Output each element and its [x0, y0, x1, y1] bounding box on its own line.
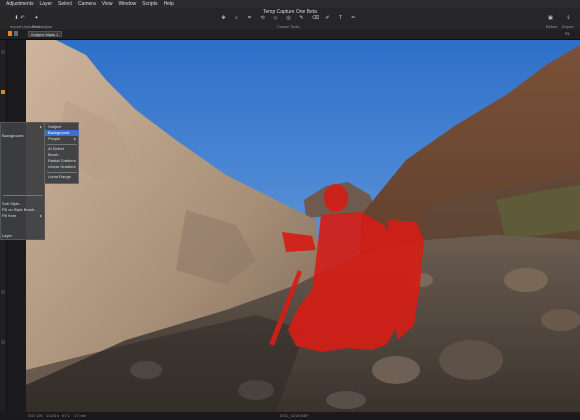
- import-icon[interactable]: ⬇: [14, 16, 19, 21]
- iso-readout: ISO 100: [28, 413, 43, 418]
- auto-adjust-label: Auto adjust: [32, 24, 53, 29]
- rock: [439, 340, 503, 380]
- tool-tab-details[interactable]: [1, 290, 5, 294]
- image-viewer[interactable]: [26, 40, 580, 412]
- menu-item-fill-from[interactable]: Fill from: [1, 213, 45, 219]
- context-menu: ▸ Background Sub Style... Fill on Style …: [0, 122, 45, 240]
- zoom-tool-icon[interactable]: ⌕: [234, 16, 239, 21]
- pan-tool-icon[interactable]: ✥: [221, 16, 226, 21]
- rock: [504, 268, 548, 292]
- rock: [130, 361, 162, 379]
- photo-canvas: [26, 40, 580, 412]
- submenu-divider: [47, 172, 77, 173]
- tool-tab-library[interactable]: [1, 50, 5, 54]
- menu-item-2[interactable]: [1, 139, 45, 145]
- focal-readout: 17 mm: [74, 413, 87, 418]
- submenu-arrow-icon: ▸: [39, 213, 42, 218]
- menu-bar: Adjustments Layer Select Camera View Win…: [0, 0, 580, 8]
- auto-adjust-icon[interactable]: ✦: [34, 16, 39, 21]
- submenu-divider: [47, 144, 77, 145]
- menu-select[interactable]: Select: [58, 1, 72, 7]
- annotate-tool-icon[interactable]: ✏: [351, 16, 356, 21]
- aperture-readout: f/7.1: [62, 413, 70, 418]
- spot-tool-icon[interactable]: ◎: [286, 16, 291, 21]
- export-icon[interactable]: ⇪: [566, 16, 571, 21]
- zoom-fit-label[interactable]: Fit: [565, 31, 569, 36]
- menu-item-new-mask[interactable]: [1, 124, 45, 130]
- before-icon[interactable]: ▣: [548, 16, 553, 21]
- chevron-right-icon: ▸: [73, 136, 76, 141]
- keystone-tool-icon[interactable]: ◇: [273, 16, 278, 21]
- mask-submenu: Subject Background People ▸ AI Select Br…: [44, 122, 79, 184]
- cursor-tools-label: Cursor Tools: [277, 24, 300, 29]
- text-tool-icon[interactable]: T: [338, 16, 343, 21]
- shutter-readout: 1/125 s: [46, 413, 60, 418]
- filename-readout: DSC_0218.NEF: [280, 413, 309, 418]
- rock: [372, 356, 420, 384]
- mask-indicator: [8, 31, 12, 36]
- menu-adjustments[interactable]: Adjustments: [6, 1, 34, 7]
- rock: [482, 237, 510, 253]
- menu-camera[interactable]: Camera: [78, 1, 96, 7]
- brush-tool-icon[interactable]: ✎: [299, 16, 304, 21]
- rock: [541, 309, 580, 331]
- picker-tool-icon[interactable]: ✐: [325, 16, 330, 21]
- rock: [238, 380, 274, 400]
- menu-divider: [3, 195, 43, 196]
- menu-help[interactable]: Help: [164, 1, 174, 7]
- layer-select[interactable]: Subject Mask 1: [28, 31, 62, 37]
- menu-item-layer[interactable]: Layer: [1, 233, 45, 239]
- menu-scripts[interactable]: Scripts: [142, 1, 157, 7]
- import-label: Import: [10, 24, 22, 29]
- before-label: Before: [546, 24, 558, 29]
- toolbar: Temp Capture One Beta ⬇ ↶ ✦ Import Undo/…: [0, 8, 580, 31]
- undo-icon[interactable]: ↶: [20, 16, 25, 21]
- crop-tool-icon[interactable]: ⌗: [247, 16, 252, 21]
- viewer-strip: Subject Mask 1 Fit: [0, 30, 580, 40]
- menu-view[interactable]: View: [102, 1, 113, 7]
- menu-window[interactable]: Window: [118, 1, 136, 7]
- menu-layer[interactable]: Layer: [40, 1, 53, 7]
- rock: [326, 391, 366, 409]
- submenu-item-luma-range[interactable]: Luma Range: [45, 174, 79, 180]
- menu-item-6[interactable]: [1, 221, 45, 227]
- tool-tab-layers[interactable]: [1, 90, 5, 94]
- status-bar: ISO 100 1/125 s f/7.1 17 mm DSC_0218.NEF: [0, 412, 580, 420]
- tool-tab-metadata[interactable]: [1, 340, 5, 344]
- rotate-tool-icon[interactable]: ⟲: [260, 16, 265, 21]
- layer-indicator: [14, 31, 18, 36]
- eraser-tool-icon[interactable]: ⌫: [312, 16, 319, 21]
- submenu-item-linear-gradient[interactable]: Linear Gradient: [45, 164, 79, 170]
- export-label: Export: [562, 24, 574, 29]
- submenu-arrow-icon: ▸: [39, 124, 42, 129]
